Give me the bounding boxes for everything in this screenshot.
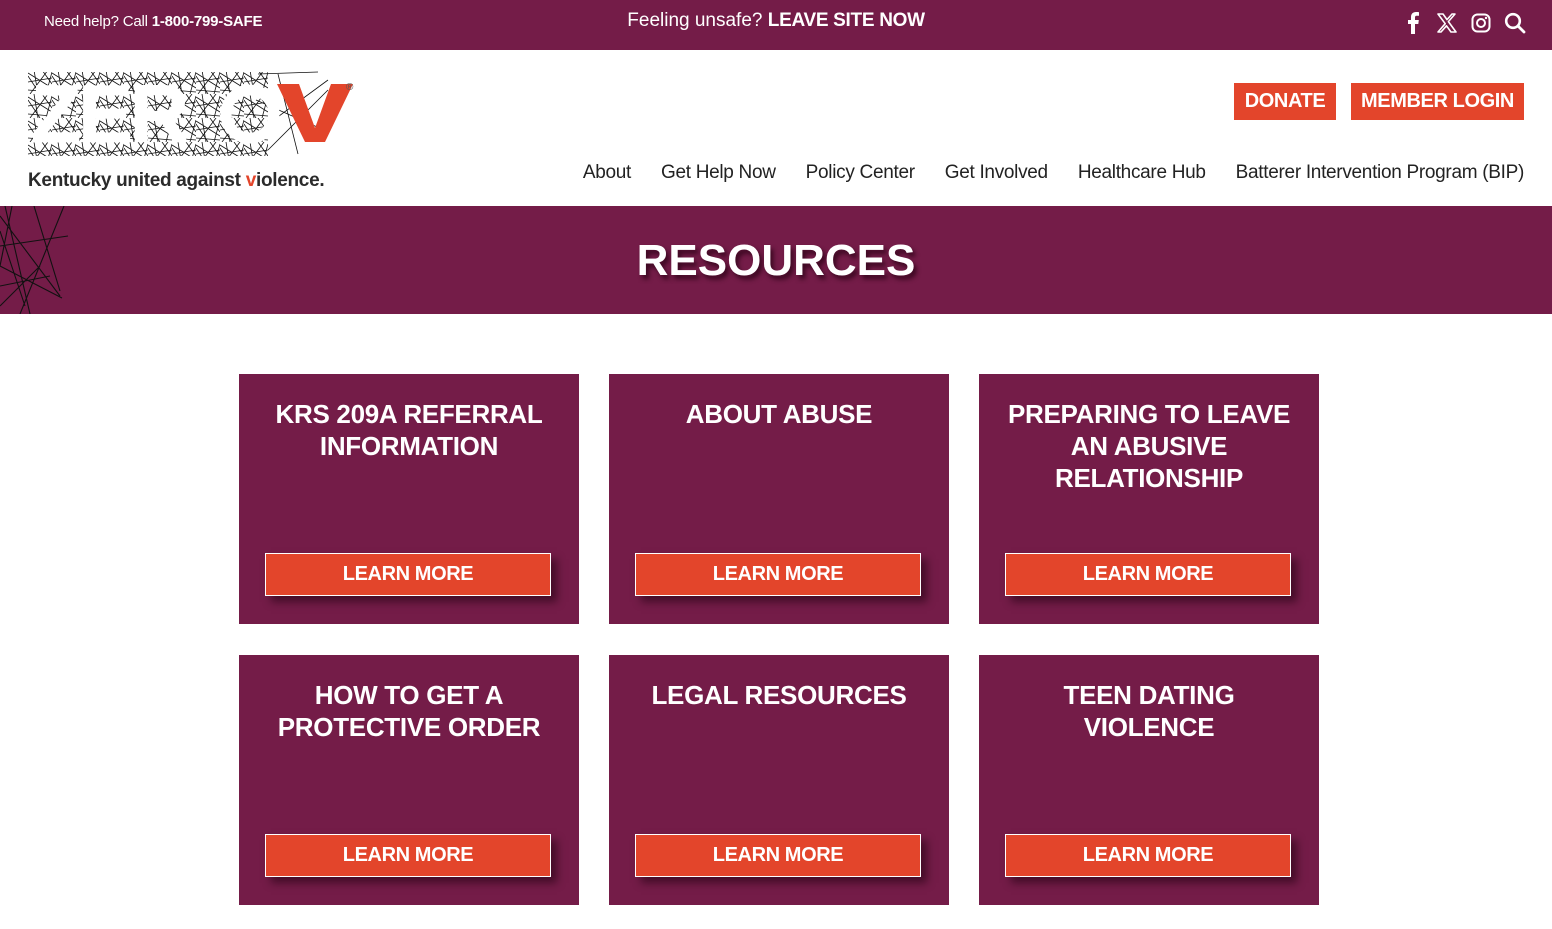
donate-button[interactable]: DONATE (1234, 83, 1336, 120)
resource-grid: KRS 209A REFERRAL INFORMATION LEARN MORE… (239, 374, 1319, 905)
learn-more-button[interactable]: LEARN MORE (265, 834, 551, 877)
card-title: PREPARING TO LEAVE AN ABUSIVE RELATIONSH… (1007, 399, 1291, 493)
svg-text:®: ® (346, 82, 354, 93)
zerov-wordmark: ZER ® (28, 69, 354, 161)
safety-exit: Feeling unsafe? LEAVE SITE NOW (0, 10, 1552, 32)
main-nav: About Get Help Now Policy Center Get Inv… (553, 162, 1524, 184)
nav-get-involved[interactable]: Get Involved (945, 162, 1048, 184)
site-header: ZER ® Kentucky united against violence. … (0, 50, 1552, 206)
card-title: HOW TO GET A PROTECTIVE ORDER (277, 680, 541, 742)
resource-card: LEGAL RESOURCES LEARN MORE (609, 655, 949, 905)
member-login-button[interactable]: MEMBER LOGIN (1351, 83, 1524, 120)
social-icons (1402, 10, 1526, 36)
search-icon[interactable] (1504, 10, 1526, 36)
nav-get-help-now[interactable]: Get Help Now (661, 162, 776, 184)
nav-healthcare-hub[interactable]: Healthcare Hub (1078, 162, 1206, 184)
card-title: KRS 209A REFERRAL INFORMATION (275, 399, 543, 461)
learn-more-button[interactable]: LEARN MORE (1005, 553, 1291, 596)
learn-more-button[interactable]: LEARN MORE (1005, 834, 1291, 877)
learn-more-button[interactable]: LEARN MORE (635, 834, 921, 877)
resource-card: ABOUT ABUSE LEARN MORE (609, 374, 949, 624)
x-twitter-icon[interactable] (1436, 10, 1458, 36)
resource-card: PREPARING TO LEAVE AN ABUSIVE RELATIONSH… (979, 374, 1319, 624)
resource-card: TEEN DATING VIOLENCE LEARN MORE (979, 655, 1319, 905)
learn-more-button[interactable]: LEARN MORE (635, 553, 921, 596)
page-title: RESOURCES (636, 236, 916, 285)
card-title: LEGAL RESOURCES (651, 680, 907, 710)
card-title: ABOUT ABUSE (685, 399, 873, 429)
unsafe-prefix: Feeling unsafe? (627, 10, 768, 31)
resource-card: KRS 209A REFERRAL INFORMATION LEARN MORE (239, 374, 579, 624)
page-banner: RESOURCES (0, 206, 1552, 314)
tagline-accent: v (245, 170, 257, 191)
instagram-icon[interactable] (1470, 10, 1492, 36)
leave-site-now-link[interactable]: LEAVE SITE NOW (768, 10, 925, 31)
zerov-logo[interactable]: ZER ® Kentucky united against violence. (28, 69, 363, 195)
card-title: TEEN DATING VIOLENCE (1063, 680, 1235, 742)
tagline-text-end: iolence. (255, 170, 325, 191)
svg-text:ZER: ZER (31, 70, 188, 160)
learn-more-button[interactable]: LEARN MORE (265, 553, 551, 596)
logo-tagline: Kentucky united against violence. (28, 170, 325, 192)
nav-policy-center[interactable]: Policy Center (806, 162, 915, 184)
resource-card: HOW TO GET A PROTECTIVE ORDER LEARN MORE (239, 655, 579, 905)
nav-bip[interactable]: Batterer Intervention Program (BIP) (1236, 162, 1525, 184)
facebook-icon[interactable] (1402, 10, 1424, 36)
tagline-text: Kentucky united against (28, 170, 246, 191)
utility-bar: Need help? Call 1-800-799-SAFE Feeling u… (0, 0, 1552, 50)
nav-about[interactable]: About (583, 162, 631, 184)
